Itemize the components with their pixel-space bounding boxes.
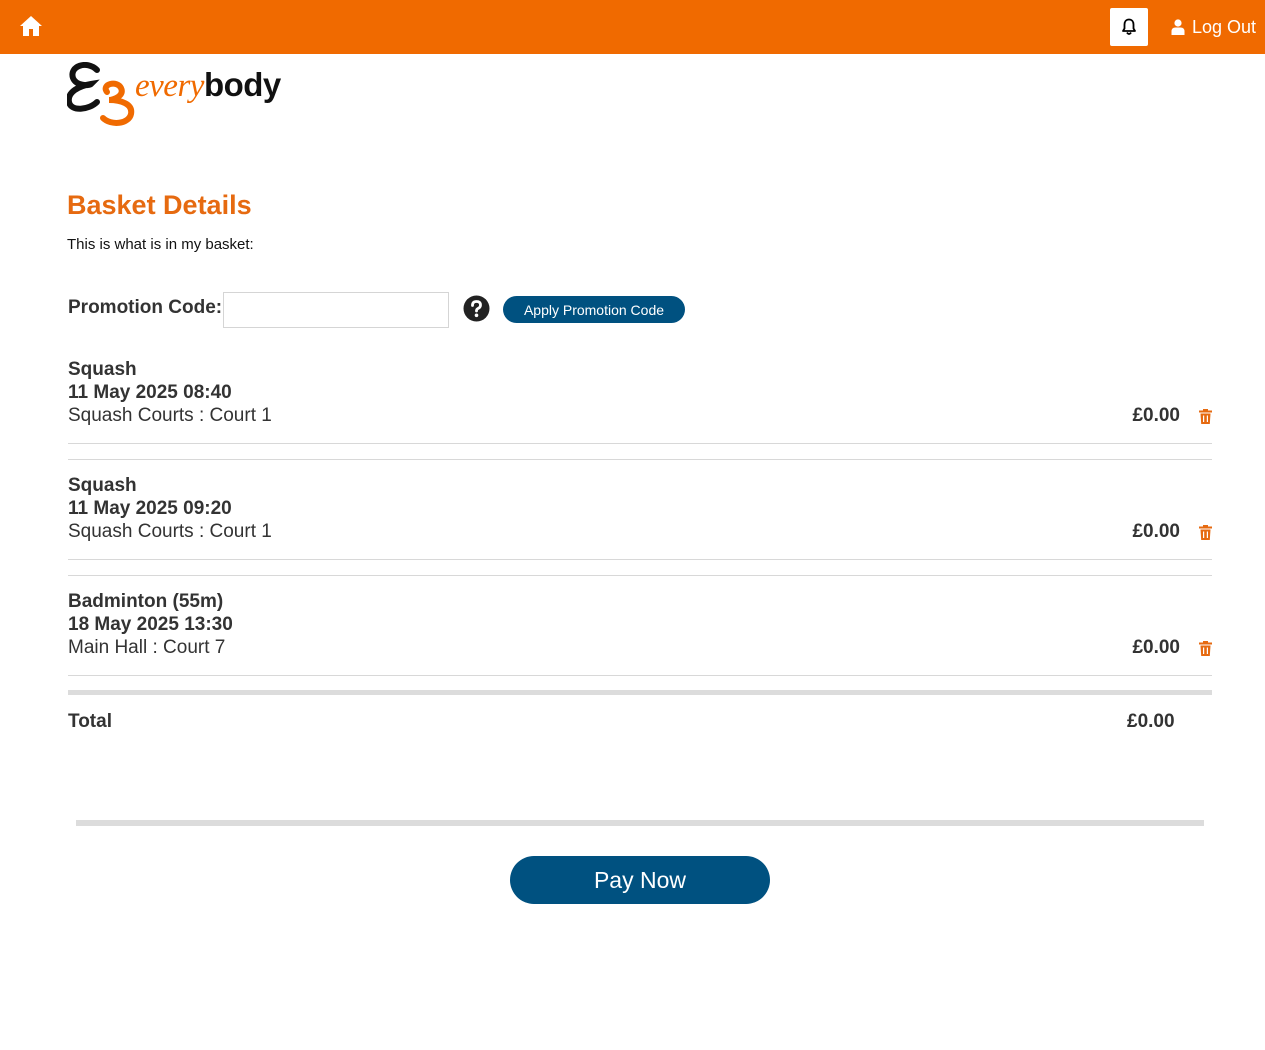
item-location: Squash Courts : Court 1 [68,405,272,426]
item-price: £0.00 [1132,637,1180,658]
basket-item: Squash 11 May 2025 09:20 Squash Courts :… [68,475,1212,559]
logout-label: Log Out [1192,16,1257,37]
logo-body: body [203,66,281,103]
item-location: Main Hall : Court 7 [68,637,226,658]
section-divider [76,820,1204,826]
promo-code-label: Promotion Code: [68,297,223,318]
total-value: £0.00 [1127,711,1175,732]
bell-icon [1122,18,1136,35]
trash-icon[interactable] [1199,641,1212,656]
promo-code-input[interactable] [223,292,449,328]
item-divider [68,443,1212,444]
item-name: Squash [68,475,137,496]
total-divider [68,690,1212,695]
item-datetime: 11 May 2025 09:20 [68,498,232,519]
total-label: Total [68,711,112,732]
pay-now-button[interactable]: Pay Now [510,856,770,904]
item-location: Squash Courts : Court 1 [68,521,272,542]
item-name: Squash [68,359,137,380]
item-datetime: 18 May 2025 13:30 [68,614,233,635]
help-icon[interactable] [463,295,490,322]
item-price: £0.00 [1132,405,1180,426]
home-icon[interactable] [19,15,43,37]
item-divider [68,459,1212,460]
page-title: Basket Details [67,190,252,220]
notifications-button[interactable] [1110,8,1148,46]
basket-intro: This is what is in my basket: [67,236,254,253]
top-bar: Log Out [0,0,1265,54]
basket-item: Badminton (55m) 18 May 2025 13:30 Main H… [68,591,1212,675]
user-icon [1171,19,1185,35]
logo-every: every [135,68,204,104]
item-divider [68,575,1212,576]
item-name: Badminton (55m) [68,591,224,612]
logout-link[interactable]: Log Out [1171,15,1256,39]
item-divider [68,559,1212,560]
trash-icon[interactable] [1199,525,1212,540]
item-price: £0.00 [1132,521,1180,542]
logo-mark [67,62,135,126]
trash-icon[interactable] [1199,409,1212,424]
item-divider [68,675,1212,676]
basket-item: Squash 11 May 2025 08:40 Squash Courts :… [68,359,1212,443]
everybody-logo[interactable]: everybody [67,62,282,128]
logo-wordmark: everybody [135,66,281,105]
apply-promo-button[interactable]: Apply Promotion Code [503,296,685,323]
item-datetime: 11 May 2025 08:40 [68,382,232,403]
